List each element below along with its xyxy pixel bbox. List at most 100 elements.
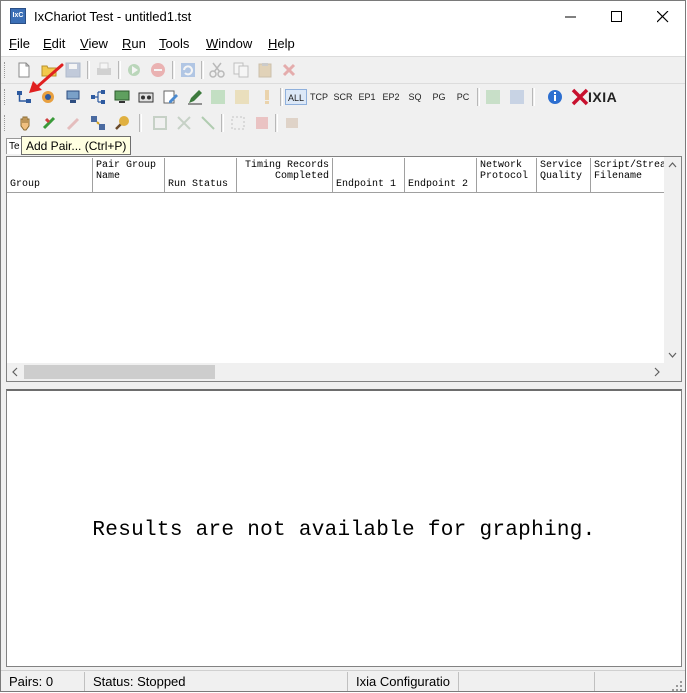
menu-help[interactable]: Help <box>268 36 295 51</box>
title-bar: IxC IxChariot Test - untitled1.tst <box>1 1 685 32</box>
column-header-timing-records[interactable]: Timing Records Completed <box>237 158 333 193</box>
menu-edit-label: dit <box>51 36 66 51</box>
export-icon[interactable] <box>484 88 502 106</box>
scroll-corner <box>664 363 681 381</box>
cut-icon[interactable] <box>208 61 226 79</box>
minimize-button[interactable] <box>548 1 594 32</box>
import-icon[interactable] <box>508 88 526 106</box>
print-icon[interactable] <box>95 61 113 79</box>
status-run-state: Status: Stopped <box>85 672 348 691</box>
toolbar-separator <box>118 61 121 79</box>
expand-icon[interactable] <box>151 114 169 132</box>
filter-scr[interactable]: SCR <box>332 89 354 105</box>
menu-file[interactable]: File <box>9 36 30 51</box>
ungroup-icon[interactable] <box>199 114 217 132</box>
filter-ep1[interactable]: EP1 <box>356 89 378 105</box>
refresh-icon[interactable] <box>179 61 197 79</box>
maximize-button[interactable] <box>594 1 640 32</box>
qos-icon[interactable] <box>209 88 227 106</box>
scroll-left-icon[interactable] <box>7 363 24 381</box>
hand-icon[interactable] <box>17 114 35 132</box>
info-marker-icon[interactable] <box>258 88 276 106</box>
column-header-network-protocol[interactable]: Network Protocol <box>477 158 537 193</box>
menu-file-key: F <box>9 36 17 51</box>
menu-tools[interactable]: Tools <box>159 36 189 51</box>
column-header-service-quality[interactable]: Service Quality <box>537 158 591 193</box>
filter-tcp[interactable]: TCP <box>308 89 330 105</box>
menu-view-label: iew <box>88 36 108 51</box>
paste-icon[interactable] <box>256 61 274 79</box>
horizontal-scrollbar[interactable] <box>7 363 681 381</box>
run-icon[interactable] <box>125 61 143 79</box>
menu-window[interactable]: Window <box>206 36 252 51</box>
pen-edit-icon[interactable] <box>186 88 204 106</box>
menu-run-label: un <box>131 36 146 51</box>
menu-run[interactable]: Run <box>122 36 146 51</box>
menu-view[interactable]: View <box>80 36 108 51</box>
toolbar-separator <box>201 61 204 79</box>
menu-edit-key: E <box>43 36 52 51</box>
settings-brush-icon[interactable] <box>113 114 131 132</box>
edit-script-icon[interactable] <box>161 88 179 106</box>
clear-icon[interactable] <box>65 114 83 132</box>
properties-icon[interactable] <box>283 114 301 132</box>
standard-toolbar <box>1 57 685 84</box>
filter-sq[interactable]: SQ <box>405 89 425 105</box>
menu-tools-label: ools <box>165 36 190 51</box>
menu-help-key: H <box>268 36 278 51</box>
close-icon <box>657 11 669 23</box>
menu-file-label: ile <box>16 36 30 51</box>
column-header-endpoint-1[interactable]: Endpoint 1 <box>333 158 405 193</box>
column-header-script-filename[interactable]: Script/Strea Filename <box>591 158 665 193</box>
toolbar-separator <box>477 88 480 106</box>
resize-grip-icon[interactable] <box>671 680 683 692</box>
filter-ep2[interactable]: EP2 <box>380 89 402 105</box>
toolbar-separator <box>275 114 278 132</box>
toolbar-separator <box>532 88 535 106</box>
filter-pc[interactable]: PC <box>453 89 473 105</box>
pointer-arrow-icon <box>29 63 64 93</box>
monitor-icon[interactable] <box>113 88 131 106</box>
scroll-up-icon[interactable] <box>664 157 681 174</box>
column-header-pair-group-name[interactable]: Pair Group Name <box>93 158 165 193</box>
delete-icon[interactable] <box>280 61 298 79</box>
column-header-group[interactable]: Group <box>7 158 93 193</box>
toolbar-separator <box>87 61 90 79</box>
filter-pg[interactable]: PG <box>429 89 449 105</box>
toolbar-grip[interactable] <box>4 115 8 131</box>
layout-icon[interactable] <box>253 114 271 132</box>
column-header-run-status[interactable]: Run Status <box>165 158 237 193</box>
scroll-down-icon[interactable] <box>664 346 681 363</box>
swap-pair-icon[interactable] <box>41 114 59 132</box>
status-pairs: Pairs: 0 <box>1 672 85 691</box>
vertical-scrollbar[interactable] <box>664 157 681 363</box>
fit-icon[interactable] <box>229 114 247 132</box>
ixia-logo: IXIA <box>571 88 629 106</box>
help-info-icon[interactable] <box>546 88 564 106</box>
copy-icon[interactable] <box>232 61 250 79</box>
edit-toolbar <box>1 110 685 137</box>
collapse-icon[interactable] <box>175 114 193 132</box>
maximize-icon <box>611 11 622 22</box>
column-header-endpoint-2[interactable]: Endpoint 2 <box>405 158 477 193</box>
toolbar-grip[interactable] <box>4 89 8 105</box>
network-topology-icon[interactable] <box>89 88 107 106</box>
close-button[interactable] <box>640 1 685 32</box>
filter-all[interactable]: ALL <box>285 89 307 105</box>
stop-icon[interactable] <box>149 61 167 79</box>
edit-endpoints-icon[interactable] <box>64 88 82 106</box>
menu-edit[interactable]: Edit <box>43 36 65 51</box>
scroll-right-icon[interactable] <box>648 363 665 381</box>
brand-text: IXIA <box>588 89 618 105</box>
group-icon[interactable] <box>233 88 251 106</box>
status-bar: Pairs: 0 Status: Stopped Ixia Configurat… <box>1 670 685 692</box>
toolbar-grip[interactable] <box>4 62 8 78</box>
horizontal-scroll-thumb[interactable] <box>24 365 215 379</box>
status-config: Ixia Configuratio <box>348 672 459 691</box>
save-icon[interactable] <box>64 61 82 79</box>
app-icon: IxC <box>10 8 26 24</box>
video-icon[interactable] <box>137 88 155 106</box>
group-pairs-icon[interactable] <box>89 114 107 132</box>
toolbar-separator <box>280 88 283 106</box>
pairs-grid[interactable]: Group Pair Group Name Run Status Timing … <box>6 156 682 382</box>
